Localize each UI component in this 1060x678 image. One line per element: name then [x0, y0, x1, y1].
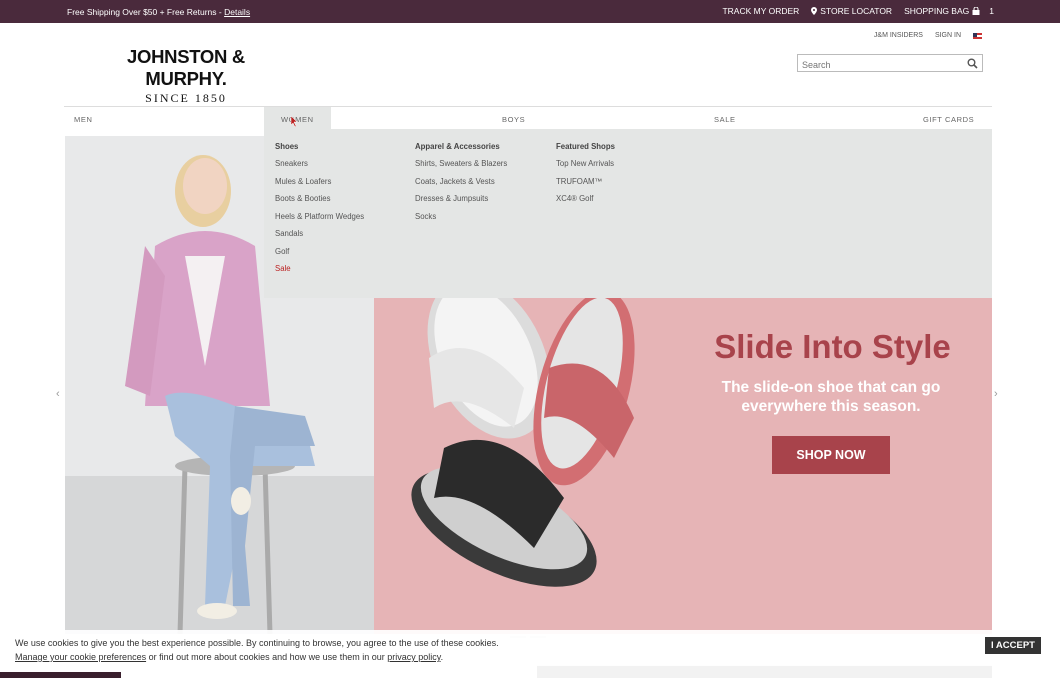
store-locator-label: STORE LOCATOR: [820, 6, 893, 16]
us-flag-icon[interactable]: [973, 32, 982, 39]
menu-heading-featured[interactable]: Featured Shops: [556, 142, 615, 151]
menu-item-sandals[interactable]: Sandals: [275, 229, 364, 238]
cookie-line2-end: .: [440, 652, 444, 662]
privacy-policy-link[interactable]: privacy policy: [387, 652, 440, 662]
utility-links: J&M INSIDERS SIGN IN: [874, 32, 982, 39]
promo-text: Free Shipping Over $50 + Free Returns -: [67, 7, 225, 17]
shop-now-button[interactable]: SHOP NOW: [772, 436, 890, 474]
menu-item-trufoam[interactable]: TRUFOAM™: [556, 177, 615, 186]
bag-icon: [972, 7, 980, 15]
menu-heading-apparel[interactable]: Apparel & Accessories: [415, 142, 507, 151]
hero-headline: Slide Into Style: [714, 328, 951, 365]
shopping-bag-label: SHOPPING BAG: [904, 6, 970, 16]
track-order-link[interactable]: TRACK MY ORDER: [722, 6, 799, 16]
menu-item-sneakers[interactable]: Sneakers: [275, 159, 364, 168]
sign-in-link[interactable]: SIGN IN: [935, 32, 961, 39]
cookie-text-line2: Manage your cookie preferences or find o…: [15, 652, 443, 662]
menu-item-boots-booties[interactable]: Boots & Booties: [275, 194, 364, 203]
women-mega-menu: Shoes Sneakers Mules & Loafers Boots & B…: [264, 129, 992, 298]
promo-message: Free Shipping Over $50 + Free Returns - …: [67, 7, 250, 17]
accept-cookies-button[interactable]: I ACCEPT: [985, 637, 1041, 654]
store-locator-link[interactable]: STORE LOCATOR: [811, 6, 892, 16]
menu-item-golf[interactable]: Golf: [275, 247, 364, 256]
menu-item-top-new-arrivals[interactable]: Top New Arrivals: [556, 159, 615, 168]
carousel-next-icon[interactable]: ›: [994, 388, 998, 400]
search-icon[interactable]: [967, 58, 978, 69]
carousel-prev-icon[interactable]: ‹: [56, 388, 60, 400]
insiders-link[interactable]: J&M INSIDERS: [874, 32, 923, 39]
menu-col-featured: Featured Shops Top New Arrivals TRUFOAM™…: [556, 142, 615, 212]
cookie-banner: We use cookies to give you the best expe…: [0, 630, 1060, 666]
nav-men[interactable]: MEN: [74, 115, 92, 124]
menu-col-apparel: Apparel & Accessories Shirts, Sweaters &…: [415, 142, 507, 229]
cursor-pointer-icon: [290, 116, 298, 127]
cookie-line2-mid: or find out more about cookies and how w…: [146, 652, 388, 662]
menu-item-shirts[interactable]: Shirts, Sweaters & Blazers: [415, 159, 507, 168]
brand-logo[interactable]: JOHNSTON & MURPHY. SINCE 1850: [100, 46, 272, 106]
search-input[interactable]: [798, 57, 958, 73]
top-promo-bar: Free Shipping Over $50 + Free Returns - …: [0, 0, 1060, 23]
nav-sale[interactable]: SALE: [714, 115, 736, 124]
menu-item-socks[interactable]: Socks: [415, 212, 507, 221]
below-fold-preview: [537, 665, 992, 678]
menu-item-coats[interactable]: Coats, Jackets & Vests: [415, 177, 507, 186]
shopping-bag-link[interactable]: SHOPPING BAG 1: [904, 6, 994, 16]
menu-heading-shoes[interactable]: Shoes: [275, 142, 364, 151]
manage-cookies-link[interactable]: Manage your cookie preferences: [15, 652, 146, 662]
nav-boys[interactable]: BOYS: [502, 115, 525, 124]
menu-item-mules-loafers[interactable]: Mules & Loafers: [275, 177, 364, 186]
promo-details-link[interactable]: Details: [224, 7, 250, 17]
logo-brand-text: JOHNSTON & MURPHY.: [127, 46, 245, 89]
menu-item-heels-wedges[interactable]: Heels & Platform Wedges: [275, 212, 364, 221]
bag-count: 1: [989, 6, 994, 16]
cookie-text-line1: We use cookies to give you the best expe…: [15, 638, 499, 648]
menu-item-sale[interactable]: Sale: [275, 264, 364, 273]
map-pin-icon: [811, 7, 818, 15]
menu-item-dresses[interactable]: Dresses & Jumpsuits: [415, 194, 507, 203]
main-nav: MEN WOMEN BOYS SALE GIFT CARDS: [64, 106, 992, 130]
search-box: [797, 54, 983, 73]
nav-gift-cards[interactable]: GIFT CARDS: [923, 115, 974, 124]
hero-subline: The slide-on shoe that can go everywhere…: [721, 379, 941, 415]
logo-since-text: SINCE 1850: [145, 91, 227, 105]
menu-col-shoes: Shoes Sneakers Mules & Loafers Boots & B…: [275, 142, 364, 282]
menu-item-xc4-golf[interactable]: XC4® Golf: [556, 194, 615, 203]
browser-status-bar: [0, 672, 121, 678]
